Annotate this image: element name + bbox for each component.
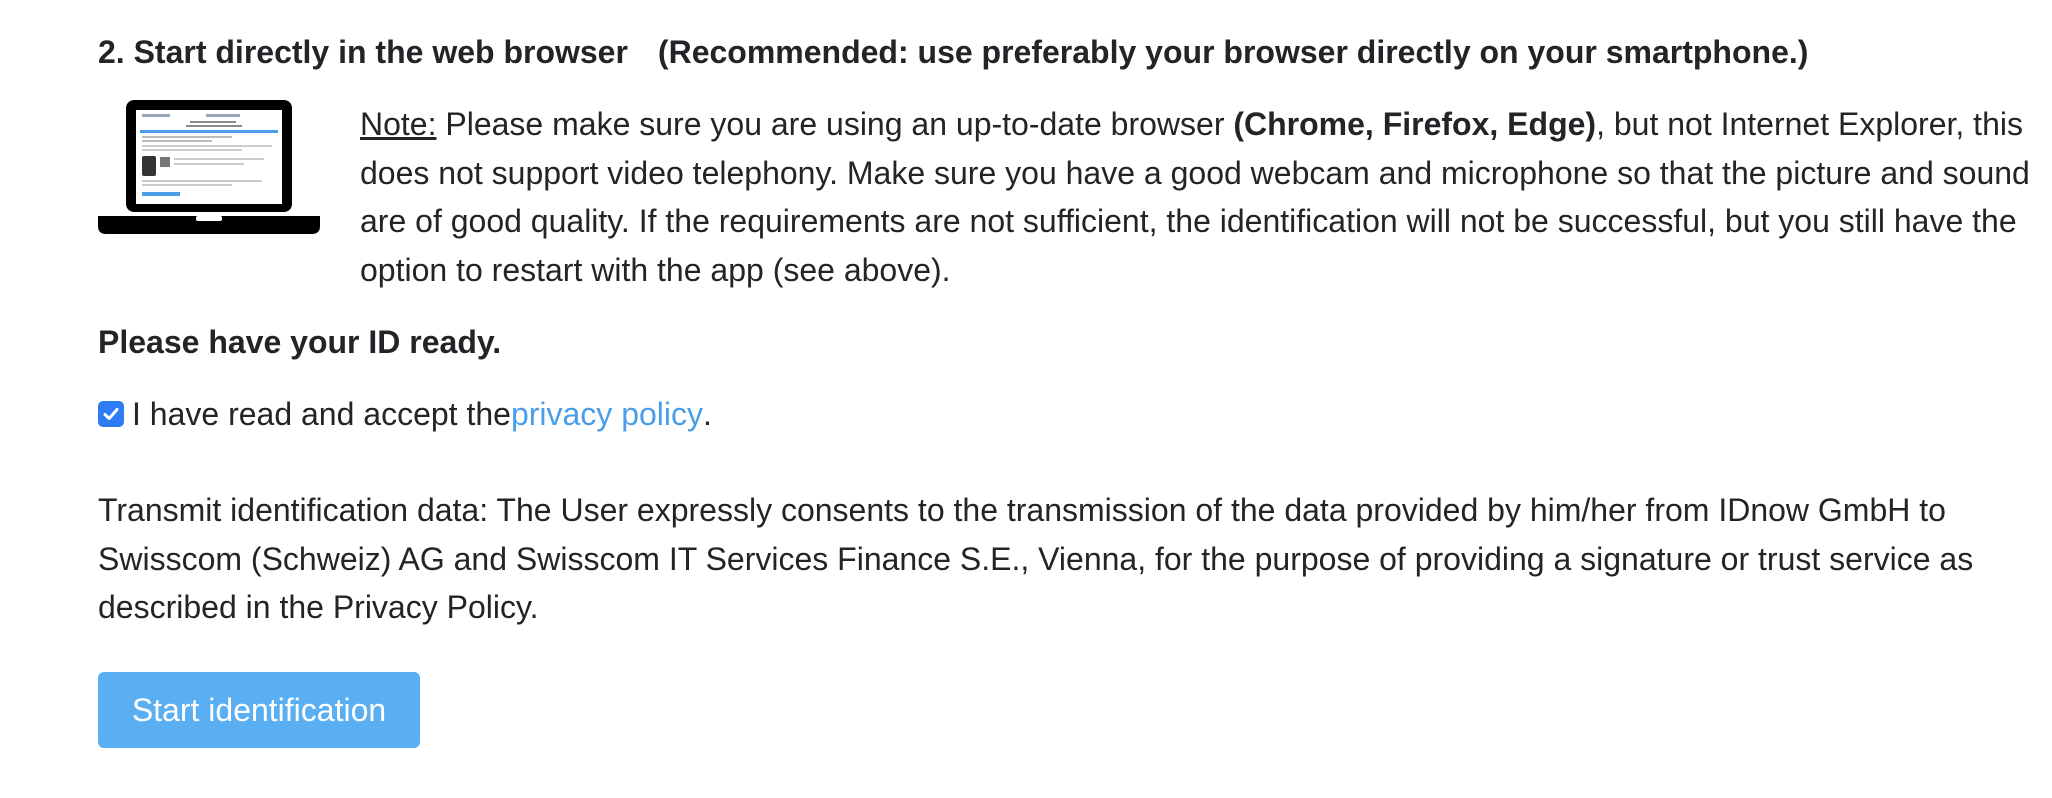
recommended-note: (Recommended: use preferably your browse…: [657, 34, 1809, 70]
privacy-policy-link[interactable]: privacy policy: [511, 392, 703, 436]
note-label: Note:: [360, 106, 437, 142]
transmit-data-text: Transmit identification data: The User e…: [98, 492, 1974, 625]
browser-note: Note: Please make sure you are using an …: [360, 100, 2050, 294]
supported-browsers: (Chrome, Firefox, Edge): [1233, 106, 1597, 142]
consent-text-before: I have read and accept the: [132, 396, 511, 432]
note-text-before: Please make sure you are using an up-to-…: [436, 106, 1234, 142]
section-heading: 2. Start directly in the web browser (Rec…: [98, 30, 1808, 74]
checkmark-icon: [103, 408, 119, 420]
privacy-checkbox[interactable]: [98, 401, 124, 427]
privacy-consent: I have read and accept the privacy polic…: [98, 392, 712, 436]
section-title: 2. Start directly in the web browser: [98, 34, 628, 70]
id-ready-heading: Please have your ID ready.: [98, 324, 502, 360]
start-identification-button[interactable]: Start identification: [98, 672, 420, 748]
consent-text-after: .: [703, 396, 712, 432]
laptop-screenshot-icon: [98, 100, 320, 234]
